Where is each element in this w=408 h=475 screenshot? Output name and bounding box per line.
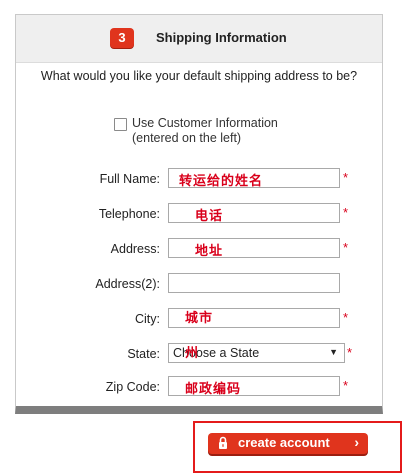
city-input[interactable]: 城市	[168, 308, 340, 328]
full-name-value: 转运给的姓名	[179, 174, 264, 189]
required-marker: *	[343, 310, 349, 325]
panel-title: Shipping Information	[156, 30, 287, 45]
address-label: Address:	[110, 242, 160, 256]
state-select[interactable]: Choose a State 州 ▼	[168, 343, 345, 363]
shipping-information-panel: 3 Shipping Information What would you li…	[15, 14, 383, 414]
panel-header: 3 Shipping Information	[16, 15, 382, 63]
shipping-question: What would you like your default shippin…	[40, 69, 358, 83]
full-name-input[interactable]: 转运给的姓名	[168, 168, 340, 189]
state-value: 州	[185, 346, 199, 361]
required-marker: *	[347, 345, 353, 360]
telephone-row: Telephone: 电话 *	[16, 203, 382, 227]
city-label: City:	[135, 312, 160, 326]
zip-label: Zip Code:	[105, 380, 160, 394]
dropdown-arrow-icon[interactable]: ▼	[329, 347, 338, 357]
use-customer-info-sublabel: (entered on the left)	[132, 131, 242, 145]
telephone-input[interactable]: 电话	[168, 203, 340, 224]
zip-row: Zip Code: 邮政编码 *	[16, 376, 382, 400]
required-marker: *	[343, 378, 349, 393]
address2-label: Address(2):	[95, 277, 160, 291]
telephone-value: 电话	[195, 209, 224, 224]
city-value: 城市	[185, 311, 214, 326]
use-customer-info-label: Use Customer Information	[132, 116, 278, 130]
create-account-highlight: create account ›	[193, 421, 402, 473]
required-marker: *	[343, 240, 349, 255]
address2-row: Address(2):	[16, 273, 382, 297]
telephone-label: Telephone:	[98, 207, 160, 221]
chevron-right-icon: ›	[354, 434, 359, 450]
create-account-button[interactable]: create account ›	[208, 433, 368, 454]
address-input[interactable]: 地址	[168, 238, 340, 259]
zip-input[interactable]: 邮政编码	[168, 376, 340, 397]
use-customer-info-checkbox[interactable]	[114, 118, 127, 131]
create-account-label: create account	[238, 435, 330, 450]
address-row: Address: 地址 *	[16, 238, 382, 262]
full-name-row: Full Name: 转运给的姓名 *	[16, 168, 382, 192]
address2-input[interactable]	[168, 273, 340, 293]
state-row: State: Choose a State 州 ▼ *	[16, 343, 382, 367]
zip-value: 邮政编码	[185, 382, 242, 397]
state-label: State:	[127, 347, 160, 361]
required-marker: *	[343, 205, 349, 220]
city-row: City: 城市 *	[16, 308, 382, 332]
use-customer-info-option[interactable]: Use Customer Information (entered on the…	[114, 116, 278, 146]
address-value: 地址	[195, 244, 224, 259]
lock-icon	[219, 436, 227, 449]
full-name-label: Full Name:	[99, 172, 160, 186]
required-marker: *	[343, 170, 349, 185]
step-number-badge: 3	[110, 28, 134, 48]
